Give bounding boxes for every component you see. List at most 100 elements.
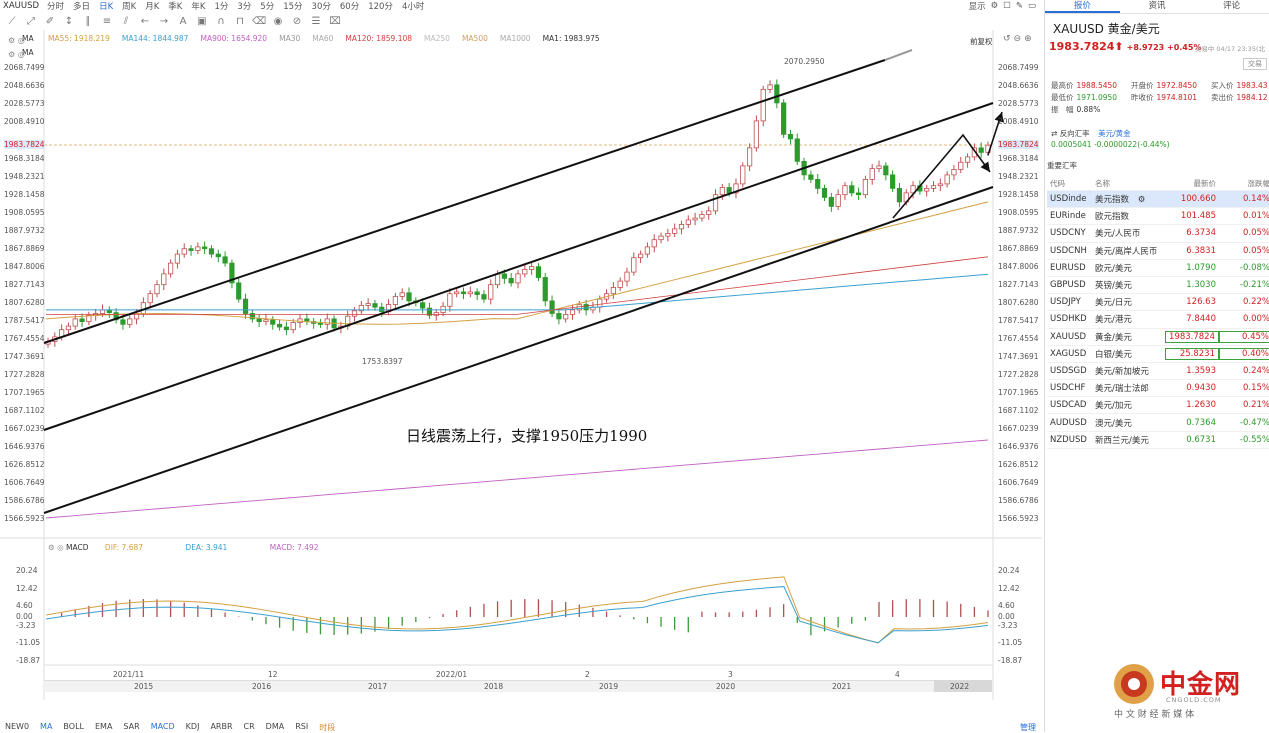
price-tick: 1948.2321 [998,172,1039,181]
price-tick-left: 1887.9732 [4,226,45,235]
watch-name-text: 欧元指数 [1095,212,1130,223]
candle-body [222,256,228,264]
candle-body [658,235,664,241]
watch-name: 美元/港元 [1095,313,1165,325]
indicator-tab[interactable]: MACD [151,722,175,732]
quote-tab[interactable]: 评论 [1194,0,1269,13]
macd-dif: DIF: 7.687 [104,543,144,552]
ma900-line [45,439,989,519]
candle-body [535,266,542,278]
indicator-tab[interactable]: BOLL [63,722,84,732]
candle-body [256,318,262,323]
watch-row[interactable]: GBPUSD 英镑/美元 1.3030 -0.21% [1047,277,1269,295]
watch-row[interactable]: USDHKD 美元/港元 7.8440 0.00% [1047,311,1269,329]
candle-body [406,292,412,302]
watch-change: 0.40% [1219,347,1269,360]
stat-key: 昨收价 [1131,93,1154,102]
low-annotation: 1753.8397 [362,357,403,366]
stat-value: 1988.5450 [1076,81,1118,90]
watch-price: 126.63 [1186,297,1216,308]
quote-stat: 振 幅 0.88% [1051,104,1100,115]
indicator-tab[interactable]: ARBR [210,722,232,732]
macd-value: MACD: 7.492 [269,543,319,552]
watch-change: 0.21% [1242,400,1269,411]
watch-header: 代码 名称 最新价 涨跌幅 [1047,176,1269,191]
indicator-tab[interactable]: EMA [95,722,112,732]
indicator-tab[interactable]: SAR [123,722,139,732]
watch-name-text: 欧元/美元 [1095,263,1132,274]
candle-body [631,257,637,273]
watch-row[interactable]: XAUUSD 黄金/美元 1983.7824 0.45% [1047,329,1269,346]
candle-body [174,253,181,264]
watch-row[interactable]: USDCNH 美元/离岸人民币 6.3831 0.05% [1047,243,1269,260]
manage-button[interactable]: 管理 [1020,722,1036,732]
price-chart[interactable] [0,0,1042,720]
watch-row[interactable]: NZDUSD 新西兰元/美元 0.6731 -0.55% [1047,432,1269,449]
candle-body [815,178,821,189]
watch-price: 1.2630 [1186,400,1216,411]
candle-body [501,273,507,279]
watch-code: USDHKD [1050,314,1087,325]
price-tick-left: 1586.6786 [4,496,45,505]
quote-time: 交易中 04/17 23:35(北 [1194,45,1265,53]
stat-key: 最高价 [1051,81,1074,90]
watch-row[interactable]: USDCHF 美元/瑞士法郎 0.9430 0.15% [1047,380,1269,398]
candle-body [283,326,290,331]
indicator-tab[interactable]: DMA [266,722,285,732]
watch-row[interactable]: USDCAD 美元/加元 1.2630 0.21% [1047,397,1269,415]
watch-row[interactable]: USDSGD 美元/新加坡元 1.3593 0.24% [1047,363,1269,381]
quote-tab[interactable]: 资讯 [1120,0,1195,13]
watch-name-text: 美元指数 [1095,195,1130,206]
indicator-tab[interactable]: 时段 [319,722,335,732]
indicator-tab[interactable]: CR [244,722,255,732]
watch-row[interactable]: USDJPY 美元/日元 126.63 0.22% [1047,294,1269,312]
price-tick: 2028.5773 [998,99,1039,108]
price-tick: 1983.7824 [998,140,1039,149]
watch-name: 黄金/美元 [1095,331,1165,343]
watch-change: 0.05% [1242,245,1269,256]
price-tick: 1767.4554 [998,334,1039,343]
candle-body [99,309,106,314]
candle-body [72,318,78,327]
watch-row[interactable]: USDCNY 美元/人民币 6.3734 0.05% [1047,225,1269,243]
watch-change: -0.55% [1239,434,1269,445]
macd-settings-icon[interactable]: ⚙ ◎ [48,543,66,552]
watch-price: 1983.7824 [1165,330,1219,343]
watch-row[interactable]: EURUSD 欧元/美元 1.0790 -0.08% [1047,260,1269,277]
watch-row[interactable]: EURinde 欧元指数 101.485 0.01% [1047,208,1269,226]
watch-row[interactable]: AUDUSD 澳元/美元 0.7364 -0.47% [1047,414,1269,432]
date-tick: 3 [728,670,733,679]
watch-row[interactable]: XAGUSD 白银/美元 25.8231 0.40% [1047,346,1269,363]
quote-tab[interactable]: 报价 [1045,0,1120,13]
price-tick-left: 1983.7824 [4,140,45,149]
watch-name-text: 新西兰元/美元 [1095,435,1149,446]
candle-body [474,291,480,296]
watch-price: 7.8440 [1186,314,1216,325]
watch-header-cell: 代码 [1050,178,1065,188]
indicator-tab[interactable]: RSI [295,722,308,732]
candle-body [944,174,950,185]
watch-row[interactable]: USDinde 美元指数 ⚙ 100.660 0.14% [1047,191,1269,209]
macd-tick: -3.23 [998,621,1018,630]
indicator-tab[interactable]: KDJ [186,722,200,732]
macd-label[interactable]: MACD [66,543,88,552]
price-tick-left: 1646.9376 [4,442,45,451]
candle-body [392,296,398,305]
candle-body [508,278,514,284]
candle-body [781,102,787,135]
logo-tagline: 中 文 财 经 新 媒 体 [1114,710,1195,720]
macd-tick: 12.42 [998,584,1020,593]
watch-name: 新西兰元/美元 [1095,434,1165,446]
swap-icon[interactable]: ⇄ [1051,129,1057,138]
price-tick-left: 2048.6636 [4,81,45,90]
indicator-tab[interactable]: NEW0 [5,722,29,732]
settings-icon[interactable]: ⚙ [1135,195,1146,205]
indicator-tab[interactable]: MA [40,722,52,732]
candle-body [617,280,623,288]
candle-body [420,302,426,309]
trade-button[interactable]: 交易 [1243,58,1267,70]
watch-change: 0.00% [1242,314,1269,325]
candle-body [181,248,187,255]
price-tick: 1968.3184 [998,154,1039,163]
cross-pair[interactable]: 美元/黄金 [1098,129,1131,138]
